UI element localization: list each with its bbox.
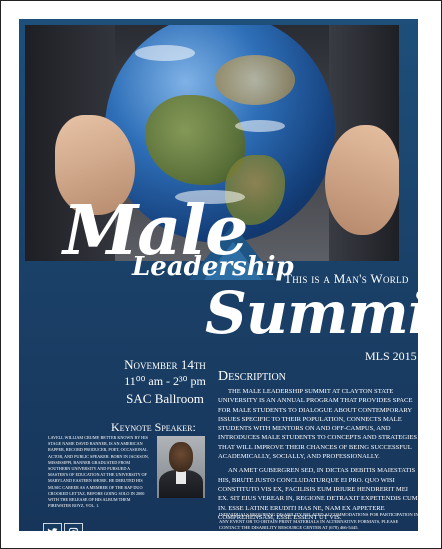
speaker-collar: [176, 470, 186, 484]
title-summit: Summit: [205, 279, 418, 347]
event-code: MLS 2015: [365, 349, 417, 363]
right-hand: [325, 125, 399, 235]
description-paragraph-1: The Male Leadership Summit at Clayton St…: [218, 388, 418, 461]
landmass-north: [215, 55, 295, 105]
title-leadership: Leadership: [132, 252, 294, 282]
speaker-photo: [157, 436, 205, 498]
twitter-bird-icon: [47, 528, 58, 531]
instagram-link[interactable]: [64, 523, 83, 531]
description-body: The Male Leadership Summit at Clayton St…: [218, 387, 418, 527]
poster: Male Leadership This is a Man's World Su…: [19, 19, 418, 531]
description-heading: Description: [218, 369, 286, 384]
keynote-bio: Lavell William Crump, better known by hi…: [48, 435, 149, 509]
event-date: November 14th: [124, 357, 206, 372]
event-location: SAC Ballroom: [126, 391, 204, 406]
accessibility-notice: Individuals requiring disability related…: [219, 512, 418, 531]
speaker-head: [169, 442, 193, 472]
cloud: [235, 120, 285, 132]
event-details: November 14th 11⁰⁰ am - 2³⁰ pm SAC Ballr…: [111, 357, 219, 407]
keynote-heading: Keynote Speaker:: [111, 420, 196, 434]
cloud: [135, 45, 195, 61]
event-time: 11⁰⁰ am - 2³⁰ pm: [124, 374, 206, 388]
twitter-link[interactable]: [43, 523, 62, 531]
instagram-camera-icon: [68, 527, 79, 531]
document-frame: Male Leadership This is a Man's World Su…: [0, 0, 442, 549]
